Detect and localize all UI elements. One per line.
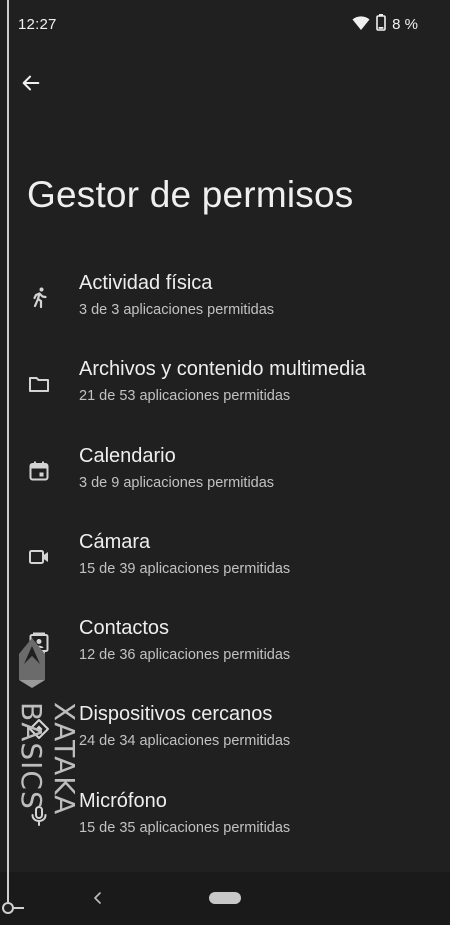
permission-item-files-media[interactable]: Archivos y contenido multimedia 21 de 53… (0, 344, 450, 430)
calendar-icon (27, 459, 51, 483)
back-button[interactable] (14, 66, 48, 100)
video-camera-icon (27, 545, 51, 569)
permission-title: Archivos y contenido multimedia (79, 358, 366, 381)
permission-subtitle: 24 de 34 aplicaciones permitidas (79, 733, 291, 750)
permission-title: Actividad física (79, 272, 213, 294)
permission-title: Cámara (79, 530, 151, 553)
contact-card-icon (27, 631, 51, 655)
permission-title: Dispositivos cercanos (79, 703, 273, 726)
permission-item-camera[interactable]: Cámara 15 de 39 aplicaciones permitidas (0, 517, 450, 603)
permission-item-calendar[interactable]: Calendario 3 de 9 aplicaciones permitida… (0, 431, 450, 517)
permission-item-contacts[interactable]: Contactos 12 de 36 aplicaciones permitid… (0, 603, 450, 689)
permission-subtitle: 3 de 9 aplicaciones permitidas (79, 474, 275, 491)
microphone-icon (27, 804, 51, 828)
home-pill-icon[interactable] (209, 892, 241, 904)
status-time: 12:27 (18, 16, 57, 33)
status-bar: 12:27 8 % (0, 0, 450, 52)
battery-icon (376, 14, 386, 35)
permission-item-microphone[interactable]: Micrófono 15 de 35 aplicaciones permitid… (0, 776, 450, 862)
permission-title: Contactos (79, 617, 170, 640)
permission-item-physical-activity[interactable]: Actividad física 3 de 3 aplicaciones per… (0, 258, 450, 344)
navigation-bar (0, 872, 450, 925)
permission-title: Micrófono (79, 789, 167, 812)
permission-subtitle: 3 de 3 aplicaciones permitidas (79, 302, 275, 318)
wifi-icon (352, 15, 370, 35)
status-icons: 8 % (352, 14, 418, 35)
permission-subtitle: 12 de 36 aplicaciones permitidas (79, 647, 291, 664)
page-title: Gestor de permisos (27, 174, 354, 215)
permission-item-nearby-devices[interactable]: Dispositivos cercanos 24 de 34 aplicacio… (0, 689, 450, 775)
permission-subtitle: 15 de 39 aplicaciones permitidas (79, 560, 291, 577)
permission-subtitle: 15 de 35 aplicaciones permitidas (79, 819, 291, 836)
nearby-devices-icon (27, 717, 51, 741)
running-person-icon (27, 286, 51, 310)
permission-title: Calendario (79, 444, 176, 467)
arrow-left-icon (22, 75, 40, 91)
permission-subtitle: 21 de 53 aplicaciones permitidas (79, 388, 291, 405)
chevron-left-icon[interactable] (88, 888, 108, 908)
folder-icon (27, 372, 51, 396)
permission-list: Actividad física 3 de 3 aplicaciones per… (0, 258, 450, 862)
battery-percentage: 8 % (392, 16, 418, 33)
